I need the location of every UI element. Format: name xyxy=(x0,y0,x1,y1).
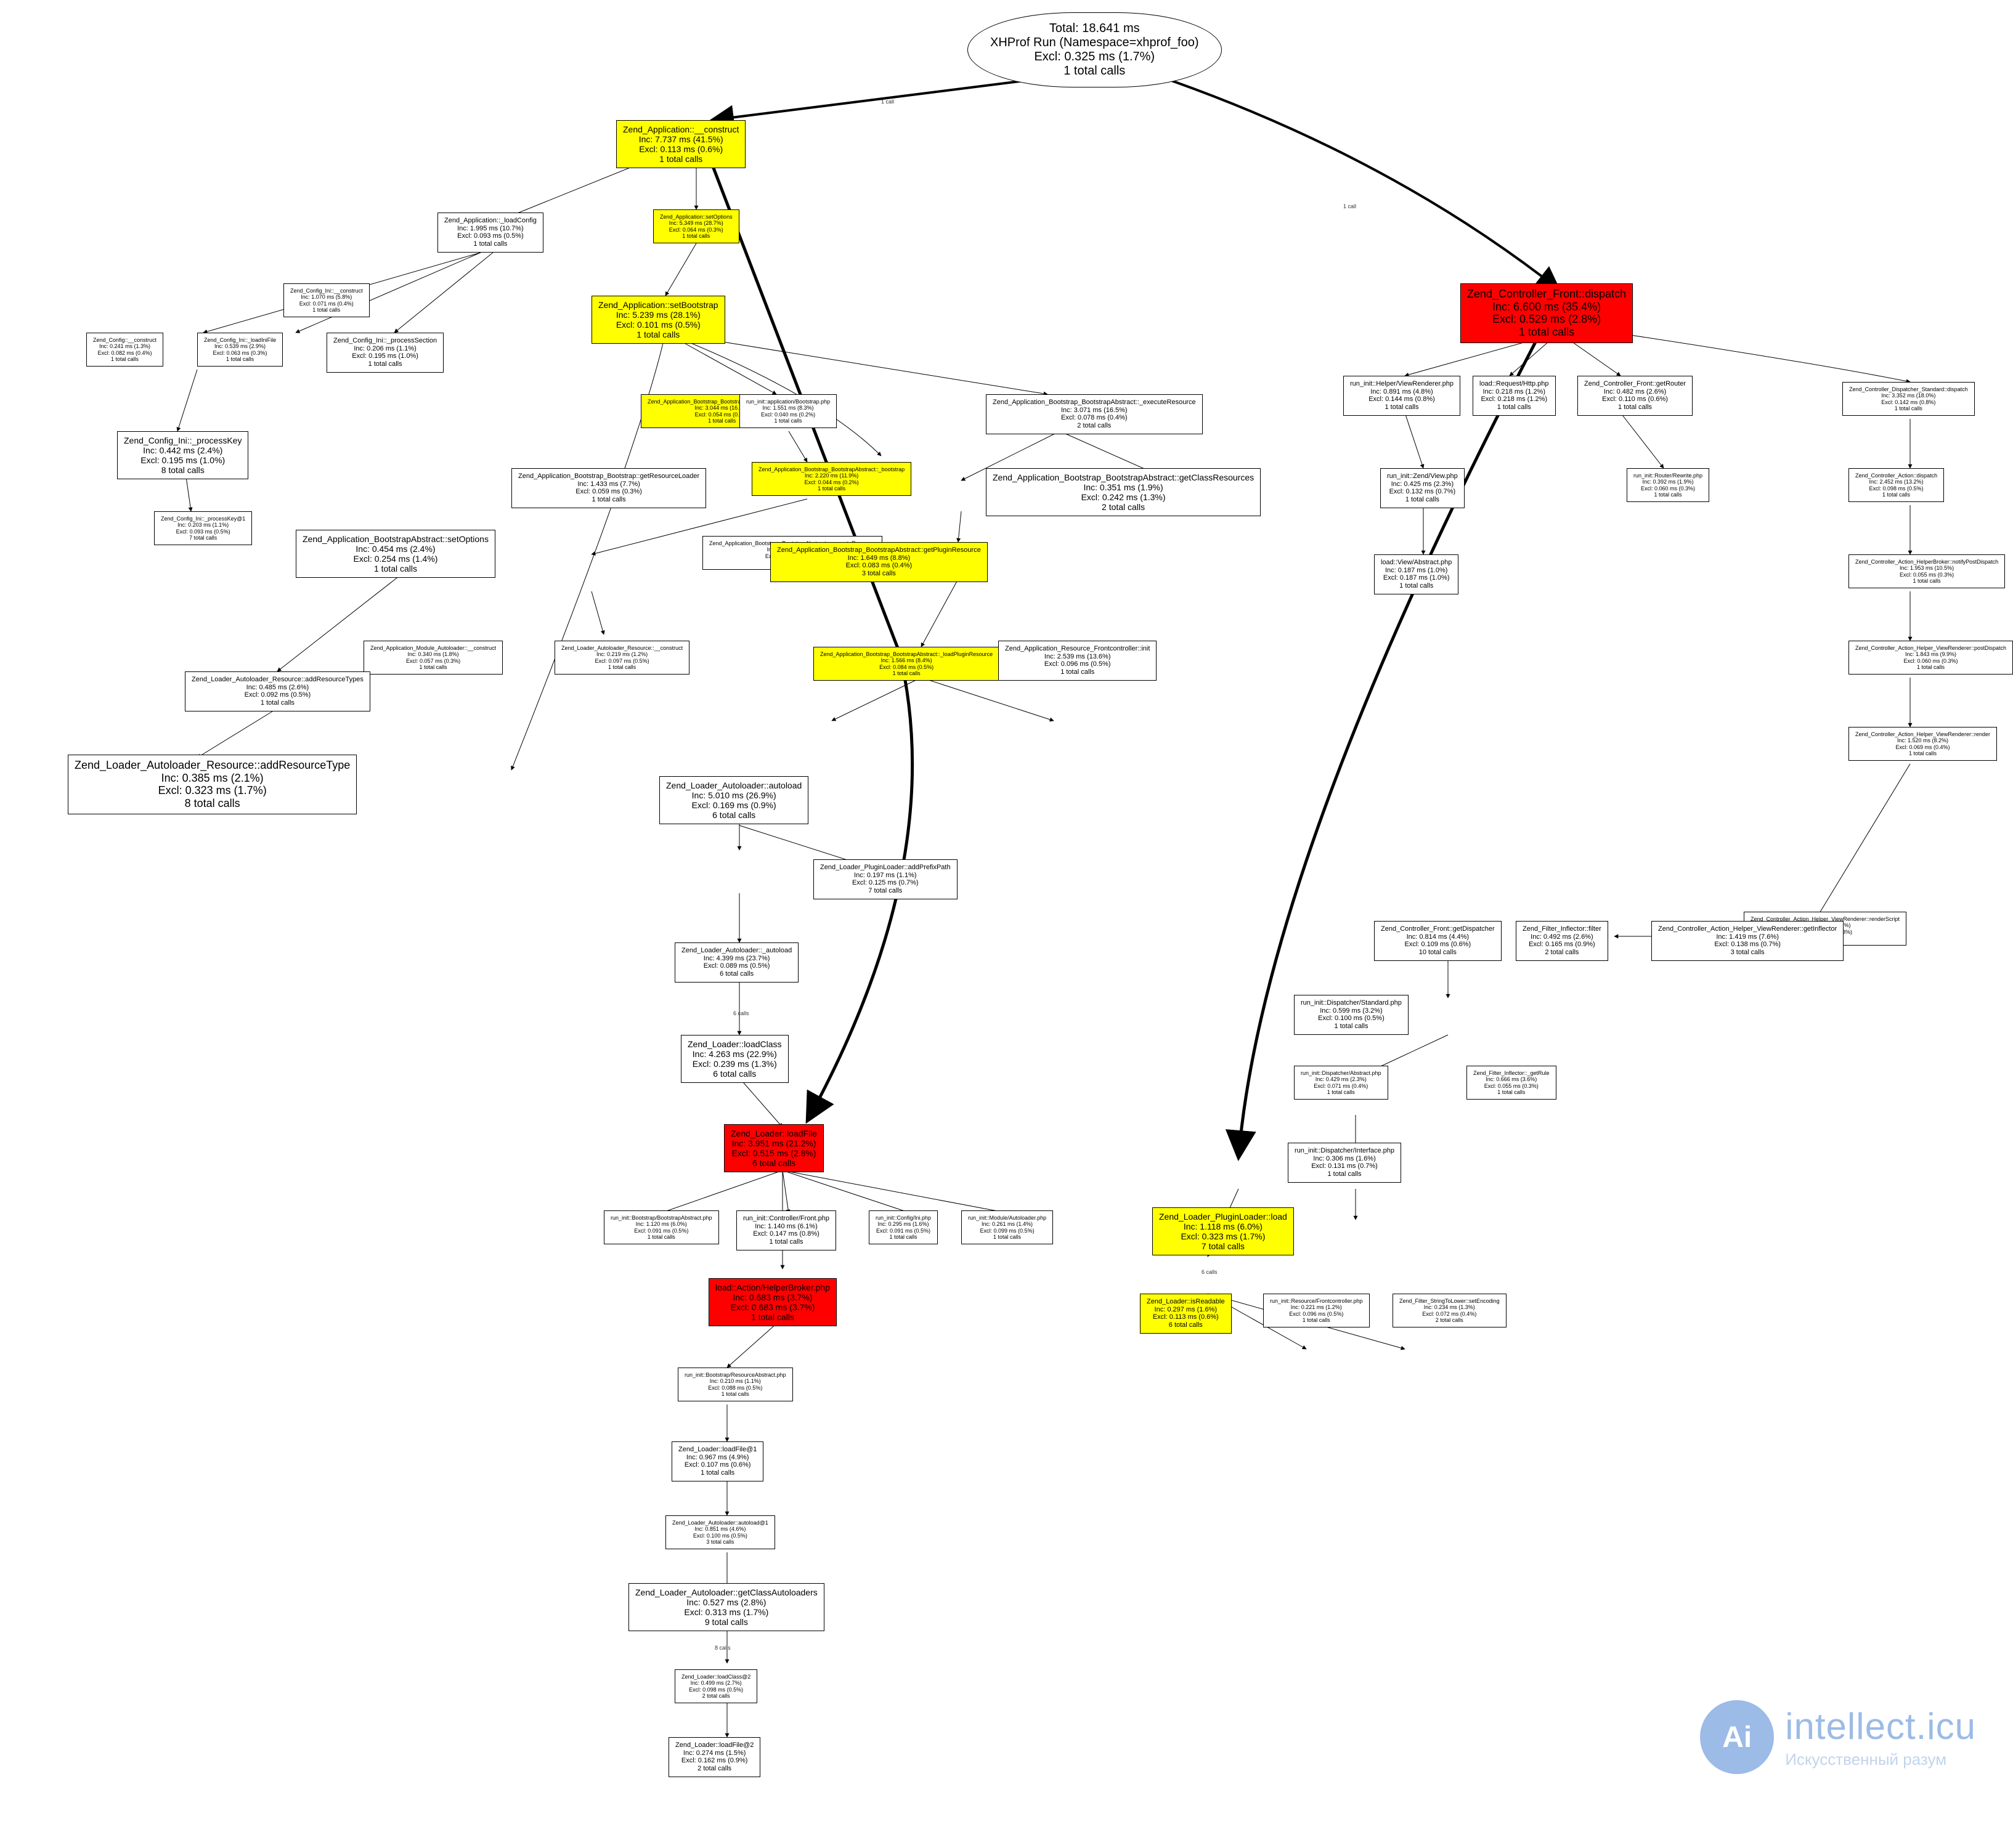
node-zend-filter-inflector-filter[interactable]: Zend_Filter_Inflector::filter Inc: 0.492… xyxy=(1516,921,1608,961)
node-zend-config-construct[interactable]: Zend_Config::__construct Inc: 0.241 ms (… xyxy=(86,333,163,367)
node-zend-loader-loadfile[interactable]: Zend_Loader::loadFile Inc: 3.951 ms (21.… xyxy=(724,1124,824,1172)
node-zend-config-ini-construct[interactable]: Zend_Config_Ini::__construct Inc: 1.070 … xyxy=(283,283,370,317)
node-run-init-helperviewrenderer[interactable]: run_init::Helper/ViewRenderer.php Inc: 0… xyxy=(1343,376,1460,416)
node-zend-loader-loadclass-at2[interactable]: Zend_Loader::loadClass@2 Inc: 0.499 ms (… xyxy=(675,1669,757,1703)
node-zend-app-bsabs-getpluginres[interactable]: Zend_Application_Bootstrap_BootstrapAbst… xyxy=(770,542,988,582)
node-zend-app-res-fc-init[interactable]: Zend_Application_Resource_Frontcontrolle… xyxy=(998,641,1157,681)
node-zend-app-bsabs-execute[interactable]: Zend_Application_Bootstrap_BootstrapAbst… xyxy=(986,394,1203,434)
node-zend-app-setbootstrap[interactable]: Zend_Application::setBootstrap Inc: 5.23… xyxy=(592,296,725,344)
node-zend-loader-pl-addprefixpath[interactable]: Zend_Loader_PluginLoader::addPrefixPath … xyxy=(813,859,958,899)
node-zend-loader-loadfile-at1[interactable]: Zend_Loader::loadFile@1 Inc: 0.967 ms (4… xyxy=(672,1441,763,1481)
edge-label: 1 call xyxy=(881,99,894,105)
xhprof-callgraph: Total: 18.641 ms XHProf Run (Namespace=x… xyxy=(0,0,2013,1848)
edge-label: 1 call xyxy=(1343,203,1356,209)
node-zend-application-construct[interactable]: Zend_Application::__construct Inc: 7.737… xyxy=(616,120,746,168)
node-zend-loader-autoloader-autoload-at1[interactable]: Zend_Loader_Autoloader::autoload@1 Inc: … xyxy=(665,1515,775,1549)
node-zend-loader-autoloader-autoload[interactable]: Zend_Loader_Autoloader::autoload Inc: 5.… xyxy=(659,776,808,824)
node-load-view-abstract[interactable]: load::View/Abstract.php Inc: 0.187 ms (1… xyxy=(1374,554,1458,594)
node-load-request-http[interactable]: load::Request/Http.php Inc: 0.218 ms (1.… xyxy=(1473,376,1556,416)
node-zend-app-loadconfig[interactable]: Zend_Application::_loadConfig Inc: 1.995… xyxy=(437,213,543,253)
node-zend-loader-loadfile-at2[interactable]: Zend_Loader::loadFile@2 Inc: 0.274 ms (1… xyxy=(669,1737,760,1777)
node-zend-loader-autoloader-getclassal[interactable]: Zend_Loader_Autoloader::getClassAutoload… xyxy=(628,1583,824,1631)
node-zend-loader-autoloader-res-addtypes[interactable]: Zend_Loader_Autoloader_Resource::addReso… xyxy=(185,671,370,711)
node-zend-loader-autoloader-construct[interactable]: Zend_Loader_Autoloader_Resource::__const… xyxy=(555,641,689,675)
node-run-init-bootstrapabs[interactable]: run_init::Bootstrap/BootstrapAbstract.ph… xyxy=(604,1210,719,1244)
node-zend-app-setoptions[interactable]: Zend_Application::setOptions Inc: 5.349 … xyxy=(653,209,739,243)
node-misc-small-1[interactable]: Zend_Controller_Action::dispatch Inc: 2.… xyxy=(1848,468,1944,502)
node-zend-ctrl-front-getdispatcher[interactable]: Zend_Controller_Front::getDispatcher Inc… xyxy=(1374,921,1502,961)
node-zend-app-mod-autoloader-construct[interactable]: Zend_Application_Module_Autoloader::__co… xyxy=(364,641,503,675)
node-zend-loader-autoloader-autoload2[interactable]: Zend_Loader_Autoloader::_autoload Inc: 4… xyxy=(675,942,799,983)
node-zend-app-bs-configure[interactable]: Zend_Application_Bootstrap_BootstrapAbst… xyxy=(752,462,911,496)
node-run-init-modautoloader[interactable]: run_init::Module/Autoloader.php Inc: 0.2… xyxy=(961,1210,1053,1244)
node-misc-small-4[interactable]: Zend_Controller_Action_Helper_ViewRender… xyxy=(1848,727,1997,761)
node-zend-config-ini-processkey[interactable]: Zend_Config_Ini::_processKey Inc: 0.442 … xyxy=(117,431,248,479)
node-zend-app-bs-getresourceloader[interactable]: Zend_Application_Bootstrap_Bootstrap::ge… xyxy=(511,468,706,508)
brand-watermark: Ai intellect.icu Искусственный разум xyxy=(1700,1700,1976,1774)
brand-subtitle: Искусственный разум xyxy=(1785,1750,1976,1769)
node-run-init-bs-resourceabs[interactable]: run_init::Bootstrap/ResourceAbstract.php… xyxy=(678,1368,793,1401)
node-zend-filter-inflector-rule[interactable]: Zend_Filter_Inflector::_getRule Inc: 0.6… xyxy=(1466,1066,1556,1100)
root-calls: 1 total calls xyxy=(990,64,1199,78)
node-run-init-routerrewrite[interactable]: run_init::Router/Rewrite.php Inc: 0.392 … xyxy=(1627,468,1709,502)
brand-logo-icon: Ai xyxy=(1700,1700,1774,1774)
node-zend-app-bsabs-getclassres[interactable]: Zend_Application_Bootstrap_BootstrapAbst… xyxy=(986,468,1261,516)
root-node: Total: 18.641 ms XHProf Run (Namespace=x… xyxy=(967,12,1222,87)
node-zend-app-bs-loadpluginres[interactable]: Zend_Application_Bootstrap_BootstrapAbst… xyxy=(813,647,999,681)
node-zend-loader-isreadable[interactable]: Zend_Loader::isReadable Inc: 0.297 ms (1… xyxy=(1140,1294,1232,1334)
node-zend-filter-string-setmatch[interactable]: Zend_Filter_StringToLower::setEncoding I… xyxy=(1393,1294,1507,1327)
root-total: Total: 18.641 ms xyxy=(990,22,1199,36)
root-title: XHProf Run (Namespace=xhprof_foo) xyxy=(990,36,1199,50)
node-zend-ctrl-dispatcher-std-dispatch[interactable]: Zend_Controller_Dispatcher_Standard::dis… xyxy=(1842,382,1975,416)
brand-title: intellect.icu xyxy=(1785,1705,1976,1748)
node-run-init-dispatcher-std[interactable]: run_init::Dispatcher/Standard.php Inc: 0… xyxy=(1294,995,1409,1035)
node-zend-loader-autoloader-res-addtype[interactable]: Zend_Loader_Autoloader_Resource::addReso… xyxy=(68,755,357,814)
node-zend-config-ini-processkey-at1[interactable]: Zend_Config_Ini::_processKey@1 Inc: 0.20… xyxy=(154,511,252,545)
node-zend-controller-front-dispatch[interactable]: Zend_Controller_Front::dispatch Inc: 6.6… xyxy=(1460,283,1633,343)
edge-label: 6 calls xyxy=(733,1010,749,1016)
node-load-action-helperbroker[interactable]: load::Action/HelperBroker.php Inc: 0.683… xyxy=(709,1278,837,1326)
root-excl: Excl: 0.325 ms (1.7%) xyxy=(990,50,1199,64)
node-zend-controller-front-getrouter[interactable]: Zend_Controller_Front::getRouter Inc: 0.… xyxy=(1577,376,1693,416)
edge-label: 8 calls xyxy=(715,1645,731,1651)
node-zend-config-ini-processsection[interactable]: Zend_Config_Ini::_processSection Inc: 0.… xyxy=(327,333,444,373)
node-zend-app-bsabs-setopts[interactable]: Zend_Application_BootstrapAbstract::setO… xyxy=(296,530,495,578)
node-run-init-res-fc[interactable]: run_init::Resource/Frontcontroller.php I… xyxy=(1263,1294,1370,1327)
edge-label: 6 calls xyxy=(1202,1269,1218,1275)
node-run-init-dispatcher-iface[interactable]: run_init::Dispatcher/Interface.php Inc: … xyxy=(1288,1143,1401,1183)
node-zend-config-ini-loadinifile[interactable]: Zend_Config_Ini::_loadIniFile Inc: 0.539… xyxy=(197,333,283,367)
node-run-init-dispatcher-abs[interactable]: run_init::Dispatcher/Abstract.php Inc: 0… xyxy=(1294,1066,1388,1100)
node-run-init-zend-view[interactable]: run_init::Zend/View.php Inc: 0.425 ms (2… xyxy=(1380,468,1465,508)
node-run-init-bs-php[interactable]: run_init::application/Bootstrap.php Inc:… xyxy=(739,394,837,428)
node-run-init-configini[interactable]: run_init::Config/Ini.php Inc: 0.295 ms (… xyxy=(869,1210,938,1244)
node-zend-loader-pluginloader-load[interactable]: Zend_Loader_PluginLoader::load Inc: 1.11… xyxy=(1152,1207,1294,1255)
node-misc-small-3[interactable]: Zend_Controller_Action_Helper_ViewRender… xyxy=(1848,641,2013,675)
node-zend-loader-loadclass[interactable]: Zend_Loader::loadClass Inc: 4.263 ms (22… xyxy=(681,1035,789,1083)
node-run-init-controllerfront[interactable]: run_init::Controller/Front.php Inc: 1.14… xyxy=(736,1210,836,1250)
node-zend-ctrl-action-helper-vr-getinflector[interactable]: Zend_Controller_Action_Helper_ViewRender… xyxy=(1651,921,1844,961)
node-misc-small-2[interactable]: Zend_Controller_Action_HelperBroker::not… xyxy=(1848,554,2005,588)
